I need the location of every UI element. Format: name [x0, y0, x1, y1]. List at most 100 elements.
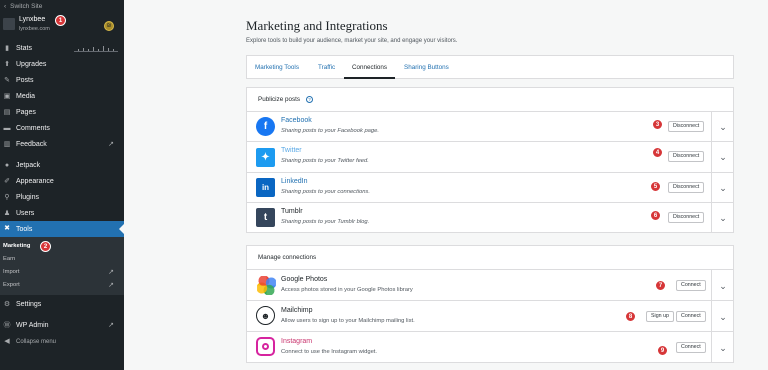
service-description: Sharing posts to your connections.: [281, 189, 370, 195]
annotation-badge: 5: [650, 181, 661, 192]
sidebar-item-label: Settings: [16, 301, 42, 308]
external-link-icon: ↗: [108, 141, 114, 148]
twitter-icon: ✦: [256, 148, 275, 167]
sign-up-button[interactable]: Sign up: [646, 311, 674, 322]
tab-connections[interactable]: Connections: [344, 56, 396, 79]
sidebar-item-comments[interactable]: ▬ Comments: [0, 121, 124, 136]
collapse-menu-button[interactable]: ◀ Collapse menu: [0, 334, 124, 349]
page-title: Marketing and Integrations: [246, 18, 388, 33]
pin-icon: ✎: [4, 76, 10, 84]
row-divider: [711, 270, 712, 300]
sidebar-item-plugins[interactable]: ⚲ Plugins: [0, 190, 124, 205]
sidebar-item-jetpack[interactable]: ● Jetpack: [0, 158, 124, 173]
chevron-down-icon[interactable]: ⌄: [718, 343, 728, 353]
connect-button[interactable]: Connect: [676, 280, 706, 291]
row-divider: [711, 203, 712, 233]
service-name: Mailchimp: [281, 307, 313, 314]
google-photos-icon: [256, 275, 277, 296]
service-description: Connect to use the Instagram widget.: [281, 349, 378, 355]
connect-button[interactable]: Connect: [676, 311, 706, 322]
chevron-down-icon[interactable]: ⌄: [718, 281, 728, 291]
row-divider: [711, 301, 712, 331]
annotation-badge: 4: [652, 147, 663, 158]
service-description: Access photos stored in your Google Phot…: [281, 287, 413, 293]
sidebar-item-upgrades[interactable]: ⬆ Upgrades: [0, 57, 124, 72]
sidebar-item-tools[interactable]: ✖ Tools: [0, 221, 124, 237]
chevron-down-icon[interactable]: ⌄: [718, 152, 728, 162]
sidebar-item-label: Users: [16, 210, 35, 217]
service-name[interactable]: Tumblr: [281, 208, 303, 215]
sidebar-item-label: Appearance: [16, 178, 54, 185]
submenu-item-marketing[interactable]: Marketing: [3, 243, 30, 249]
plug-icon: ⚲: [4, 193, 10, 201]
connect-button[interactable]: Connect: [676, 342, 706, 353]
instagram-icon: [256, 337, 275, 356]
service-name[interactable]: LinkedIn: [281, 178, 307, 185]
service-name: Google Photos: [281, 276, 328, 283]
tab-sharing-buttons[interactable]: Sharing Buttons: [404, 56, 449, 79]
submenu-item-earn[interactable]: Earn: [3, 256, 15, 262]
manage-heading: Manage connections: [258, 254, 317, 261]
sidebar-item-posts[interactable]: ✎ Posts: [0, 73, 124, 88]
sidebar-item-appearance[interactable]: ✐ Appearance: [0, 174, 124, 189]
page-subtitle: Explore tools to build your audience, ma…: [246, 38, 458, 44]
switch-site-link[interactable]: ‹ Switch Site: [4, 3, 42, 10]
bar-chart-icon: ▮: [5, 44, 9, 52]
site-icon: [3, 18, 15, 30]
external-link-icon: ↗: [108, 322, 114, 329]
annotation-badge: 9: [657, 345, 668, 356]
sidebar-item-pages[interactable]: ▤ Pages: [0, 105, 124, 120]
sidebar-item-media[interactable]: ▣ Media: [0, 89, 124, 104]
submenu-item-export[interactable]: Export: [3, 282, 20, 288]
site-name: Lynxbee: [19, 16, 46, 23]
collapse-icon: ◀: [4, 337, 10, 345]
row-divider: [711, 173, 712, 202]
row-divider: [711, 112, 712, 141]
users-icon: ♟: [3, 209, 11, 217]
sidebar-item-feedback[interactable]: ▥ Feedback ↗: [0, 137, 124, 152]
service-description: Sharing posts to your Twitter feed.: [281, 158, 369, 164]
annotation-badge: 3: [652, 119, 663, 130]
disconnect-button[interactable]: Disconnect: [668, 182, 705, 193]
wordpress-icon: Ⓦ: [3, 321, 11, 329]
disconnect-button[interactable]: Disconnect: [668, 212, 705, 223]
linkedin-icon: in: [256, 178, 275, 197]
switch-site-label: Switch Site: [10, 3, 43, 10]
publicize-header: Publicize posts ?: [247, 88, 733, 112]
notification-icon[interactable]: ₪: [104, 21, 114, 31]
manage-header: Manage connections: [247, 246, 733, 270]
annotation-badge: 8: [625, 311, 636, 322]
site-url: lynxbee.com: [19, 26, 50, 32]
tab-traffic[interactable]: Traffic: [318, 56, 335, 79]
disconnect-button[interactable]: Disconnect: [668, 121, 705, 132]
chevron-down-icon[interactable]: ⌄: [718, 213, 728, 223]
tab-marketing-tools[interactable]: Marketing Tools: [255, 56, 299, 79]
chevron-down-icon[interactable]: ⌄: [718, 122, 728, 132]
disconnect-button[interactable]: Disconnect: [668, 151, 705, 162]
service-name[interactable]: Twitter: [281, 147, 302, 154]
sidebar-item-users[interactable]: ♟ Users: [0, 206, 124, 221]
help-icon[interactable]: ?: [306, 96, 313, 103]
service-description: Allow users to sign up to your Mailchimp…: [281, 318, 415, 324]
active-indicator: [119, 224, 124, 234]
chevron-down-icon[interactable]: ⌄: [718, 312, 728, 322]
wrench-icon: ✖: [4, 225, 10, 232]
sidebar-item-label: Stats: [16, 45, 32, 52]
settings-icon: ⚙: [3, 300, 11, 308]
service-name[interactable]: Facebook: [281, 117, 312, 124]
external-link-icon: ↗: [108, 269, 114, 276]
row-divider: [711, 142, 712, 172]
chevron-down-icon[interactable]: ⌄: [718, 183, 728, 193]
service-description: Sharing posts to your Facebook page.: [281, 128, 379, 134]
sidebar-item-wp-admin[interactable]: Ⓦ WP Admin ↗: [0, 318, 124, 333]
sidebar-item-label: Plugins: [16, 194, 39, 201]
service-row-mailchimp: ☻ Mailchimp Allow users to sign up to yo…: [247, 301, 733, 332]
sidebar-item-label: Upgrades: [16, 61, 47, 68]
sidebar-item-settings[interactable]: ⚙ Settings: [0, 297, 124, 312]
section-tabs: Marketing Tools Traffic Connections Shar…: [246, 55, 734, 79]
collapse-label: Collapse menu: [16, 338, 57, 345]
tools-submenu: Marketing Earn Import ↗ Export ↗: [0, 237, 124, 295]
submenu-item-import[interactable]: Import: [3, 269, 19, 275]
sidebar-item-label: Tools: [16, 225, 33, 233]
external-link-icon: ↗: [108, 282, 114, 289]
